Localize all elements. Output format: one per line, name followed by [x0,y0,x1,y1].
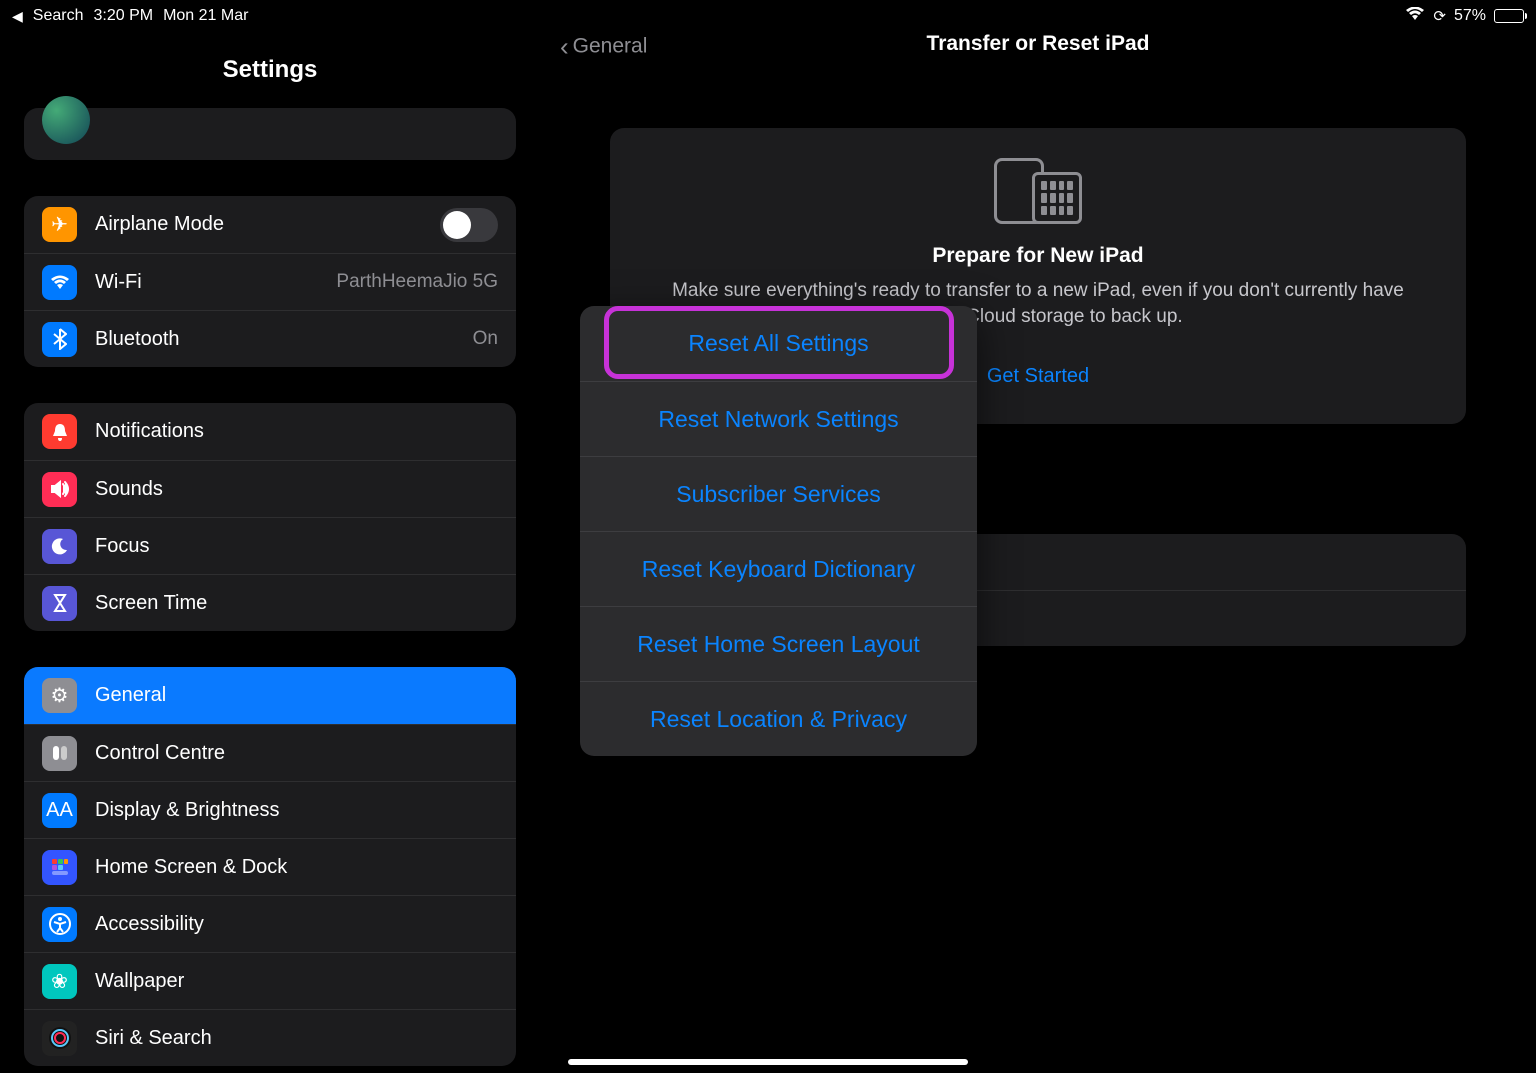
subscriber-services[interactable]: Subscriber Services [580,456,977,531]
airplane-mode-row[interactable]: ✈ Airplane Mode [24,196,516,253]
siri-icon [42,1021,77,1056]
bluetooth-label: Bluetooth [95,328,473,351]
avatar-icon [42,96,90,144]
sliders-icon [42,736,77,771]
focus-row[interactable]: Focus [24,517,516,574]
reset-all-settings[interactable]: Reset All Settings [580,306,977,381]
devices-icon [640,158,1436,224]
flower-icon: ❀ [42,964,77,999]
general-row[interactable]: ⚙ General [24,667,516,724]
apple-id-row[interactable] [24,108,516,160]
wifi-value: ParthHeemaJio 5G [336,271,498,293]
screentime-row[interactable]: Screen Time [24,574,516,631]
airplane-icon: ✈ [42,207,77,242]
bell-icon [42,414,77,449]
status-back-app[interactable]: Search [33,7,84,25]
accessibility-icon [42,907,77,942]
airplane-toggle[interactable] [440,208,498,242]
sounds-row[interactable]: Sounds [24,460,516,517]
reset-location-privacy[interactable]: Reset Location & Privacy [580,681,977,756]
grid-icon [42,850,77,885]
notifications-label: Notifications [95,420,498,443]
reset-keyboard-dictionary[interactable]: Reset Keyboard Dictionary [580,531,977,606]
settings-sidebar: Settings ✈ Airplane Mode Wi-Fi ParthHeem… [0,0,540,1073]
bluetooth-value: On [473,328,498,350]
siri-label: Siri & Search [95,1027,498,1050]
wifi-label: Wi-Fi [95,271,336,294]
reset-home-screen-layout[interactable]: Reset Home Screen Layout [580,606,977,681]
reset-popup: Reset All Settings Reset Network Setting… [580,306,977,756]
focus-label: Focus [95,535,498,558]
wifi-row-icon [42,265,77,300]
wifi-icon [1405,7,1425,26]
system-group: ⚙ General Control Centre AA Display & Br… [24,667,516,1066]
accessibility-label: Accessibility [95,913,498,936]
sounds-label: Sounds [95,478,498,501]
wallpaper-label: Wallpaper [95,970,498,993]
wifi-row[interactable]: Wi-Fi ParthHeemaJio 5G [24,253,516,310]
connectivity-group: ✈ Airplane Mode Wi-Fi ParthHeemaJio 5G B… [24,196,516,367]
home-indicator[interactable] [568,1059,968,1065]
homescreen-row[interactable]: Home Screen & Dock [24,838,516,895]
text-size-icon: AA [42,793,77,828]
screentime-label: Screen Time [95,592,498,615]
general-label: General [95,684,498,707]
sidebar-title: Settings [0,40,540,108]
display-row[interactable]: AA Display & Brightness [24,781,516,838]
siri-row[interactable]: Siri & Search [24,1009,516,1066]
chevron-left-icon: ‹ [560,34,569,60]
speaker-icon [42,472,77,507]
back-caret-icon[interactable]: ◀ [12,8,23,25]
status-time: 3:20 PM [93,7,153,25]
hourglass-icon [42,586,77,621]
gear-icon: ⚙ [42,678,77,713]
moon-icon [42,529,77,564]
back-button[interactable]: ‹ General [560,34,647,60]
battery-pct: 57% [1454,7,1486,25]
orientation-lock-icon: ⟳ [1433,7,1446,25]
wallpaper-row[interactable]: ❀ Wallpaper [24,952,516,1009]
accessibility-row[interactable]: Accessibility [24,895,516,952]
page-title: Transfer or Reset iPad [927,32,1150,56]
homescreen-label: Home Screen & Dock [95,856,498,879]
airplane-label: Airplane Mode [95,213,440,236]
bluetooth-icon [42,322,77,357]
status-bar: ◀ Search 3:20 PM Mon 21 Mar ⟳ 57% [0,0,1536,32]
battery-icon [1494,9,1524,23]
reset-network-settings[interactable]: Reset Network Settings [580,381,977,456]
card-title: Prepare for New iPad [640,244,1436,268]
back-label: General [573,35,648,59]
bluetooth-row[interactable]: Bluetooth On [24,310,516,367]
control-centre-row[interactable]: Control Centre [24,724,516,781]
status-date: Mon 21 Mar [163,7,248,25]
notifications-row[interactable]: Notifications [24,403,516,460]
control-centre-label: Control Centre [95,742,498,765]
display-label: Display & Brightness [95,799,498,822]
alerts-group: Notifications Sounds Focus Screen Time [24,403,516,631]
